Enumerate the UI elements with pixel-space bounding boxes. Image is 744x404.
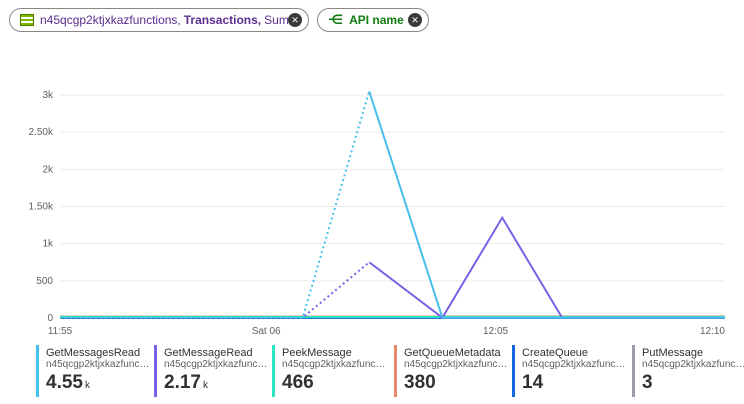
x-tick-label: 12:05: [483, 326, 508, 337]
legend-series-name: PutMessage: [642, 347, 704, 359]
series-line-GetMessagesRead: [368, 90, 725, 319]
legend-value: 14: [522, 372, 544, 393]
y-tick-label: 3k: [42, 90, 54, 101]
y-tick-label: 2k: [42, 164, 54, 175]
y-tick-label: 2.50k: [29, 127, 54, 138]
series-line-GetMessagesRead-dashed: [60, 91, 371, 319]
chart-gridlines: [60, 94, 725, 319]
legend-value: 466: [282, 372, 314, 393]
chart-legend: GetMessagesRead n45qcgp2ktjxkazfunct... 4.…: [36, 345, 744, 397]
legend-value: 3: [642, 372, 653, 393]
x-axis-ticks: 11:55 Sat 06 12:05 12:10: [48, 326, 726, 337]
legend-series-name: GetMessagesRead: [46, 347, 141, 359]
legend-item-PeekMessage[interactable]: PeekMessage n45qcgp2ktjxkazfunct... 466: [272, 345, 386, 397]
legend-resource-name: n45qcgp2ktjxkazfunct...: [282, 359, 386, 370]
legend-resource-name: n45qcgp2ktjxkazfunct...: [46, 359, 150, 370]
legend-item-PutMessage[interactable]: PutMessage n45qcgp2ktjxkazfunct... 3: [632, 345, 744, 397]
legend-value: 380: [404, 372, 436, 393]
y-axis-ticks: 0 500 1k 1.50k 2k 2.50k 3k: [29, 90, 54, 324]
legend-item-CreateQueue[interactable]: CreateQueue n45qcgp2ktjxkazfunct... 14: [512, 345, 626, 397]
legend-value: 4.55 k: [46, 372, 90, 393]
chart-series: [60, 90, 725, 320]
legend-series-name: CreateQueue: [522, 347, 589, 359]
legend-item-GetQueueMetadata[interactable]: GetQueueMetadata n45qcgp2ktjxkazfunct... 3…: [394, 345, 508, 397]
legend-value-unit: k: [84, 380, 90, 391]
legend-item-GetMessageRead[interactable]: GetMessageRead n45qcgp2ktjxkazfunct... 2.1…: [154, 345, 268, 397]
x-tick-label: 12:10: [700, 326, 725, 337]
y-tick-label: 0: [47, 313, 53, 324]
legend-series-name: GetQueueMetadata: [404, 347, 501, 359]
legend-resource-name: n45qcgp2ktjxkazfunct...: [404, 359, 508, 370]
line-chart[interactable]: 0 500 1k 1.50k 2k 2.50k 3k 11:55 Sat 06 12:05 12:…: [0, 0, 744, 345]
legend-resource-name: n45qcgp2ktjxkazfunct...: [642, 359, 744, 370]
x-tick-label: Sat 06: [252, 326, 281, 337]
legend-resource-name: n45qcgp2ktjxkazfunct...: [522, 359, 626, 370]
y-tick-label: 1.50k: [29, 202, 54, 213]
legend-series-name: PeekMessage: [282, 347, 352, 359]
y-tick-label: 1k: [42, 239, 54, 250]
y-tick-label: 500: [36, 276, 53, 287]
legend-item-GetMessagesRead[interactable]: GetMessagesRead n45qcgp2ktjxkazfunct... 4.…: [36, 345, 150, 397]
legend-value: 2.17 k: [164, 372, 208, 393]
series-line-GetMessageRead: [368, 215, 725, 320]
series-line-GetMessageRead-dashed: [60, 261, 370, 319]
legend-value-unit: k: [202, 380, 208, 391]
legend-resource-name: n45qcgp2ktjxkazfunct...: [164, 359, 268, 370]
legend-series-name: GetMessageRead: [164, 347, 253, 359]
x-tick-label: 11:55: [48, 326, 73, 337]
